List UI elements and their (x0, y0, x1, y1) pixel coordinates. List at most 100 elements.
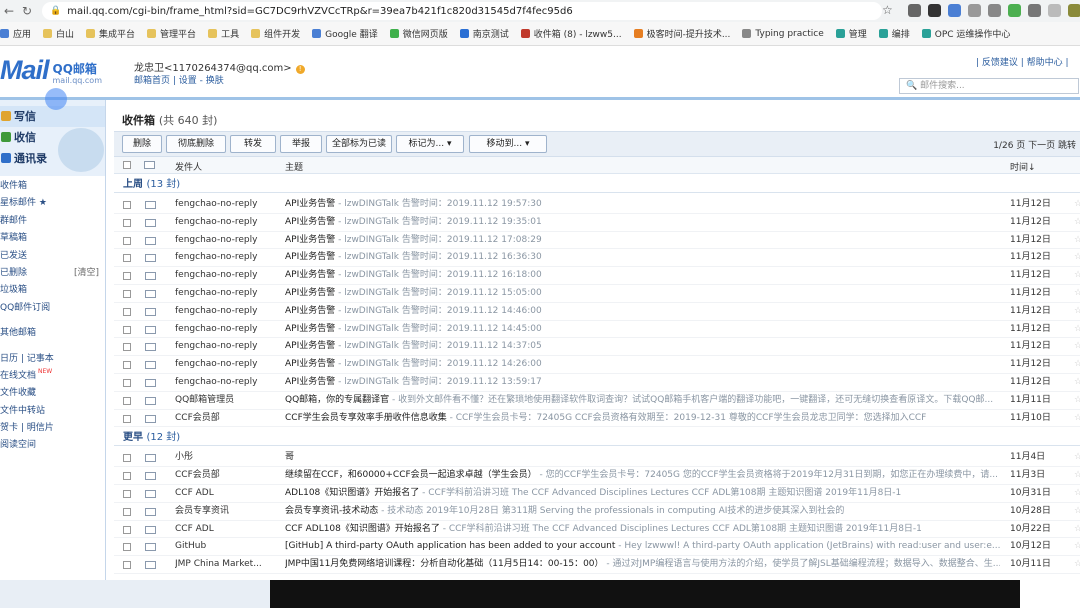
star-icon[interactable]: ☆ (1074, 503, 1080, 521)
extension-icon[interactable] (1048, 4, 1061, 17)
table-row[interactable]: CCF会员部 继续留在CCF，和60000+CCF会员一起追求卓越（学生会员） -… (114, 467, 1080, 485)
row-checkbox[interactable] (123, 507, 131, 516)
bookmark-item[interactable]: 管理 (835, 27, 867, 40)
col-sender[interactable]: 发件人 (175, 160, 202, 173)
row-checkbox[interactable] (123, 272, 131, 281)
row-checkbox[interactable] (123, 343, 131, 352)
table-row[interactable]: fengchao-no-reply API业务告警 - lzwDINGTalk 告… (114, 356, 1080, 374)
row-checkbox[interactable] (123, 472, 131, 481)
table-row[interactable]: fengchao-no-reply API业务告警 - lzwDINGTalk 告… (114, 374, 1080, 392)
bookmark-item[interactable]: 工具 (208, 27, 239, 40)
star-icon[interactable]: ☆ (1074, 374, 1080, 392)
row-checkbox[interactable] (123, 543, 131, 552)
bookmark-item[interactable]: 南京测试 (459, 27, 509, 40)
qqmail-logo[interactable]: Mail QQ邮箱 mail.qq.com (0, 55, 102, 86)
sidebar-app-item[interactable]: 日历 | 记事本 (0, 351, 105, 368)
col-subject[interactable]: 主题 (285, 160, 303, 173)
star-icon[interactable]: ☆ (1074, 196, 1080, 214)
row-checkbox[interactable] (123, 218, 131, 227)
sidebar-app-item[interactable]: 文件中转站 (0, 403, 105, 420)
sidebar-folder-item[interactable]: 群邮件 (0, 213, 105, 230)
table-row[interactable]: fengchao-no-reply API业务告警 - lzwDINGTalk 告… (114, 303, 1080, 321)
row-checkbox[interactable] (123, 561, 131, 570)
table-row[interactable]: GitHub [GitHub] A third-party OAuth appli… (114, 538, 1080, 557)
sidebar-folder-item[interactable]: 垃圾箱 (0, 282, 105, 299)
group-count[interactable]: (12 封) (146, 432, 180, 443)
sidebar-other-mailbox[interactable]: 其他邮箱 (0, 325, 105, 342)
bookmark-item[interactable]: Google 翻译 (312, 27, 378, 40)
bookmark-item[interactable]: 极客时间-提升技术... (633, 27, 730, 40)
toolbar-button[interactable]: 移动到... ▾ (469, 135, 547, 153)
table-row[interactable]: CCF ADL ADL108《知识图谱》开始报名了 - CCF学科前沿讲习班 Th… (114, 485, 1080, 503)
table-row[interactable]: fengchao-no-reply API业务告警 - lzwDINGTalk 告… (114, 196, 1080, 214)
bookmark-item[interactable]: 集成平台 (86, 27, 135, 40)
sidebar-folder-item[interactable]: 已删除 [清空] (0, 265, 105, 282)
back-icon[interactable]: ← (0, 4, 18, 18)
col-time[interactable]: 时间↓ (1010, 160, 1036, 173)
profile-icon[interactable] (1068, 4, 1080, 17)
row-checkbox[interactable] (123, 525, 131, 534)
row-checkbox[interactable] (123, 379, 131, 387)
sidebar-folder-item[interactable]: QQ邮件订阅 (0, 300, 105, 317)
extension-icon[interactable] (968, 4, 981, 17)
reload-icon[interactable]: ↻ (18, 4, 36, 18)
row-checkbox[interactable] (123, 396, 131, 405)
table-row[interactable]: JMP China Market... JMP中国11月免费网络培训课程：分析自动… (114, 556, 1080, 574)
clear-trash-link[interactable]: [清空] (74, 265, 99, 282)
table-row[interactable]: QQ邮箱管理员 QQ邮箱，你的专属翻译官 - 收到外文邮件看不懂？还在繁琐地使用翻… (114, 392, 1080, 410)
sidebar-app-item[interactable]: 文件收藏 (0, 385, 105, 402)
row-checkbox[interactable] (123, 454, 131, 463)
table-row[interactable]: fengchao-no-reply API业务告警 - lzwDINGTalk 告… (114, 249, 1080, 268)
sidebar-app-item[interactable]: 贺卡 | 明信片 (0, 420, 105, 437)
star-icon[interactable]: ☆ (1074, 338, 1080, 356)
extension-icon[interactable] (1008, 4, 1021, 17)
table-row[interactable]: fengchao-no-reply API业务告警 - lzwDINGTalk 告… (114, 232, 1080, 250)
row-checkbox[interactable] (123, 414, 131, 423)
row-checkbox[interactable] (123, 307, 131, 316)
receive-button[interactable]: 收信 (0, 127, 105, 148)
bookmark-item[interactable]: Typing practice (742, 29, 824, 39)
bookmark-item[interactable]: 微信网页版 (389, 27, 448, 40)
sidebar-folder-item[interactable]: 已发送 (0, 248, 105, 265)
header-links[interactable]: 邮箱首页 | 设置 - 换肤 (134, 73, 224, 86)
row-checkbox[interactable] (123, 325, 131, 334)
table-row[interactable]: fengchao-no-reply API业务告警 - lzwDINGTalk 告… (114, 321, 1080, 339)
star-icon[interactable]: ☆ (1074, 449, 1080, 467)
row-checkbox[interactable] (123, 490, 131, 498)
row-checkbox[interactable] (123, 361, 131, 370)
table-row[interactable]: fengchao-no-reply API业务告警 - lzwDINGTalk 告… (114, 285, 1080, 303)
table-row[interactable]: CCF会员部 CCF学生会员专享效率手册收件信息收集 - CCF学生会员卡号：72… (114, 410, 1080, 428)
toolbar-button[interactable]: 删除 (122, 135, 162, 153)
extension-icon[interactable] (988, 4, 1001, 17)
extension-icon[interactable] (1028, 4, 1041, 17)
star-icon[interactable]: ☆ (1074, 249, 1080, 267)
bookmark-item[interactable]: 编排 (878, 27, 910, 40)
star-icon[interactable]: ☆ (1074, 392, 1080, 410)
row-checkbox[interactable] (123, 290, 131, 298)
table-row[interactable]: CCF ADL CCF ADL108《知识图谱》开始报名了 - CCF学科前沿讲习… (114, 521, 1080, 539)
table-row[interactable]: fengchao-no-reply API业务告警 - lzwDINGTalk 告… (114, 338, 1080, 357)
translate-extension-icon[interactable] (948, 4, 961, 17)
star-icon[interactable]: ☆ (1074, 285, 1080, 303)
table-row[interactable]: fengchao-no-reply API业务告警 - lzwDINGTalk 告… (114, 214, 1080, 232)
star-icon[interactable]: ☆ (1074, 410, 1080, 428)
toolbar-button[interactable]: 全部标为已读 (326, 135, 392, 153)
toolbar-button[interactable]: 转发 (230, 135, 276, 153)
star-icon[interactable]: ☆ (1074, 467, 1080, 485)
sidebar-folder-item[interactable]: 收件箱 (0, 178, 105, 195)
contacts-button[interactable]: 通讯录 (0, 148, 105, 169)
row-checkbox[interactable] (123, 236, 131, 245)
star-icon[interactable]: ☆ (1074, 521, 1080, 539)
bookmark-item[interactable]: OPC 运维操作中心 (921, 27, 1010, 40)
extension-icon[interactable] (928, 4, 941, 17)
extension-icon[interactable] (908, 4, 921, 17)
sidebar-folder-item[interactable]: 草稿箱 (0, 230, 105, 247)
pagination[interactable]: 1/26 页 下一页 跳转 (993, 138, 1076, 151)
mail-search-input[interactable]: 🔍 邮件搜索... (899, 78, 1079, 94)
star-icon[interactable]: ☆ (1074, 485, 1080, 503)
group-count[interactable]: (13 封) (146, 179, 180, 190)
star-icon[interactable]: ☆ (1074, 232, 1080, 250)
bookmark-item[interactable]: 应用 (0, 27, 31, 40)
star-icon[interactable]: ☆ (1074, 356, 1080, 374)
star-icon[interactable]: ☆ (1074, 267, 1080, 285)
